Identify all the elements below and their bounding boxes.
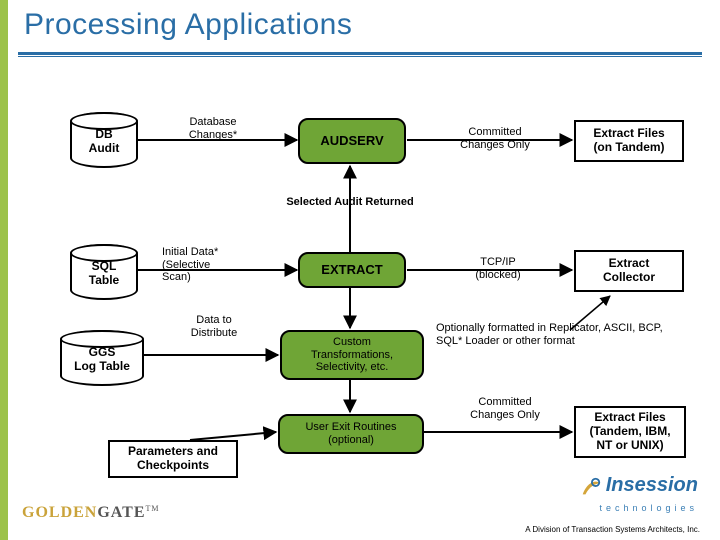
logo-text-golden: GOLDEN (22, 504, 97, 521)
process-custom-transformations: Custom Transformations, Selectivity, etc… (280, 330, 424, 380)
title-underline (18, 52, 702, 55)
logo-tm: TM (146, 504, 160, 513)
cylinder-label: DB Audit (89, 124, 120, 156)
cylinder-label: SQL Table (89, 256, 119, 288)
logo-text-insession: Insession (606, 474, 698, 496)
edge-label-tcpip: TCP/IP (blocked) (448, 256, 548, 281)
slide: Processing Applications D (0, 0, 720, 540)
process-audserv: AUDSERV (298, 118, 406, 164)
edge-label-selected-audit: Selected Audit Returned (260, 196, 440, 209)
goldengate-logo: GOLDENGATETM (22, 504, 160, 522)
process-user-exit: User Exit Routines (optional) (278, 414, 424, 454)
cylinder-sql-table: SQL Table (70, 244, 138, 300)
left-accent-bar (0, 0, 8, 540)
cylinder-ggs-log: GGS Log Table (60, 330, 144, 386)
swoosh-icon (580, 476, 602, 498)
edge-label-data-to-distribute: Data to Distribute (174, 314, 254, 339)
edge-label-committed-1: Committed Changes Only (440, 126, 550, 151)
footer-note: A Division of Transaction Systems Archit… (525, 525, 700, 534)
box-extract-collector: Extract Collector (574, 250, 684, 292)
process-extract: EXTRACT (298, 252, 406, 288)
edge-label-initial-data: Initial Data* (Selective Scan) (162, 246, 262, 284)
box-extract-files-tandem: Extract Files (on Tandem) (574, 120, 684, 162)
note-format: Optionally formatted in Replicator, ASCI… (436, 322, 690, 347)
cylinder-label: GGS Log Table (74, 342, 130, 374)
cylinder-db-audit: DB Audit (70, 112, 138, 168)
page-title: Processing Applications (24, 8, 352, 42)
edge-label-committed-2: Committed Changes Only (450, 396, 560, 421)
edge-label-db-changes: Database Changes* (168, 116, 258, 141)
insession-logo: Insession technologies (580, 474, 698, 516)
logo-text-technologies: technologies (599, 503, 698, 513)
logo-text-gate: GATE (97, 504, 145, 521)
title-underline-thin (18, 56, 702, 57)
box-extract-files-multi: Extract Files (Tandem, IBM, NT or UNIX) (574, 406, 686, 458)
box-parameters-checkpoints: Parameters and Checkpoints (108, 440, 238, 478)
